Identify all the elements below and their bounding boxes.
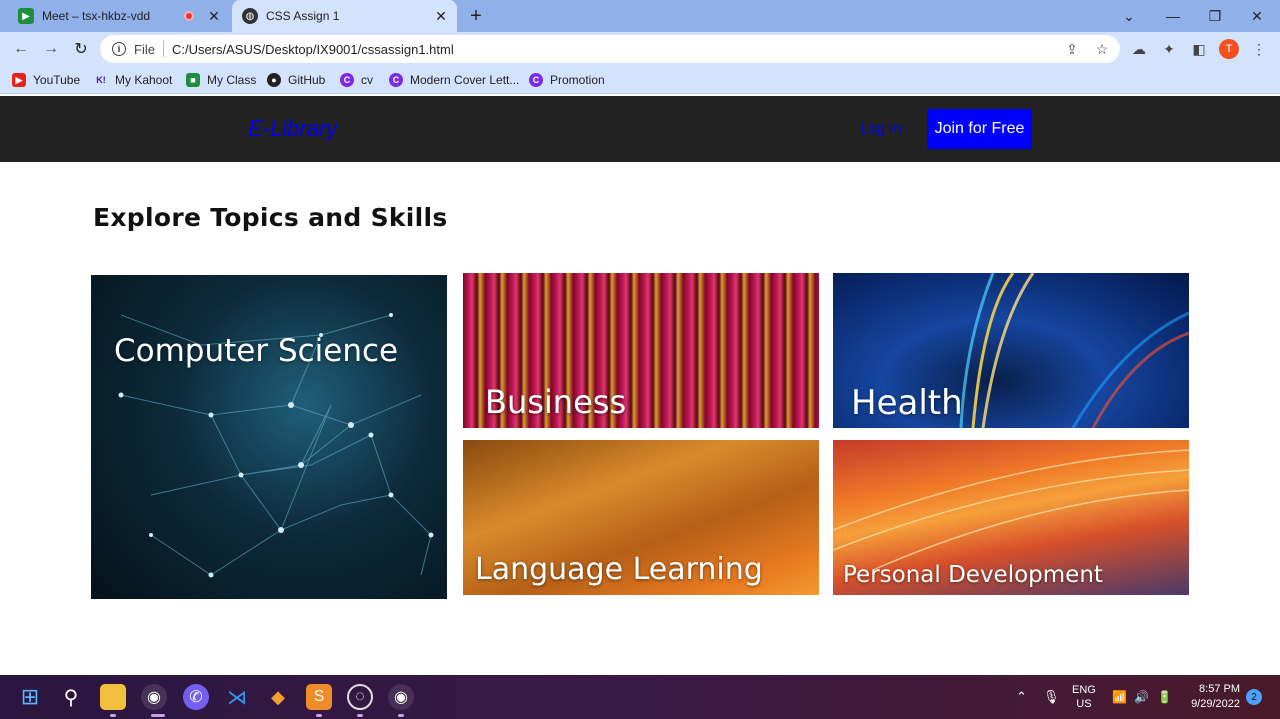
extensions-puzzle-icon[interactable]: ✦	[1160, 40, 1178, 58]
info-icon[interactable]: i	[112, 42, 126, 56]
close-window-button[interactable]: ✕	[1236, 0, 1278, 32]
card-label: Business	[485, 383, 627, 421]
card-label: Health	[851, 383, 963, 423]
menu-kebab-icon[interactable]: ⋮	[1250, 40, 1268, 58]
chrome-profile-icon[interactable]: ◉	[388, 684, 414, 710]
github-icon: ●	[267, 73, 281, 87]
back-button[interactable]: ←	[10, 38, 32, 60]
canva-icon: C	[340, 73, 354, 87]
bookmark-github[interactable]: ● GitHub	[267, 71, 325, 89]
bookmark-promotion[interactable]: C Promotion	[529, 71, 605, 89]
region-code: US	[1076, 698, 1092, 710]
file-explorer-icon[interactable]	[100, 684, 126, 710]
bookmark-label: cv	[361, 73, 373, 87]
bookmark-youtube[interactable]: ▶ YouTube	[12, 71, 80, 89]
windows-taskbar: ⊞ ⚲ ◉ ✆ ⋊ ◆ S ◌ ◉ ⌃ 🎙 ENG US 📶 🔊 🔋 8:57 …	[0, 675, 1280, 719]
clock-time: 8:57 PM	[1199, 683, 1240, 695]
tab-title: CSS Assign 1	[266, 9, 340, 23]
canva-icon: C	[529, 73, 543, 87]
youtube-icon: ▶	[12, 73, 26, 87]
clock-date: 9/29/2022	[1191, 698, 1240, 710]
bookmark-label: Promotion	[550, 73, 605, 87]
close-tab-icon[interactable]: ✕	[433, 8, 449, 25]
recording-indicator-icon	[184, 11, 194, 21]
windows-start-icon[interactable]: ⊞	[17, 684, 43, 710]
running-indicator	[357, 714, 363, 717]
network-graphic	[118, 313, 434, 578]
viber-icon[interactable]: ✆	[183, 684, 209, 710]
topic-card-personal-development[interactable]: Personal Development	[833, 440, 1189, 595]
restore-button[interactable]: ❐	[1194, 0, 1236, 32]
divider	[162, 41, 164, 57]
card-label: Language Learning	[475, 552, 763, 587]
language-code: ENG	[1072, 684, 1096, 696]
bookmark-my-class[interactable]: ■ My Class	[186, 71, 256, 89]
bookmark-label: GitHub	[288, 73, 326, 87]
section-title: Explore Topics and Skills	[93, 203, 448, 232]
running-indicator	[110, 714, 116, 717]
bookmarks-bar: ▶ YouTube K! My Kahoot ■ My Class ● GitH…	[0, 66, 1280, 94]
search-icon[interactable]: ⚲	[58, 684, 84, 710]
running-indicator	[151, 714, 165, 717]
git-icon[interactable]: ◆	[265, 684, 291, 710]
close-tab-icon[interactable]: ✕	[206, 8, 222, 25]
bookmark-kahoot[interactable]: K! My Kahoot	[94, 71, 172, 89]
new-tab-button[interactable]: +	[466, 6, 486, 26]
running-indicator	[316, 714, 322, 717]
volume-icon[interactable]: 🔊	[1134, 675, 1149, 719]
bookmark-star-icon[interactable]: ☆	[1093, 40, 1111, 58]
topic-card-health[interactable]: Health	[833, 273, 1189, 428]
side-panel-icon[interactable]: ◧	[1190, 40, 1208, 58]
cloud-extension-icon[interactable]: ☁	[1130, 40, 1148, 58]
tab-css-assign[interactable]: ◍ CSS Assign 1 ✕	[232, 0, 457, 32]
bookmark-label: My Kahoot	[115, 73, 173, 87]
bookmark-label: YouTube	[33, 73, 81, 87]
bookmark-label: My Class	[207, 73, 257, 87]
profile-avatar[interactable]: T	[1219, 39, 1239, 59]
vscode-icon[interactable]: ⋊	[224, 684, 250, 710]
kahoot-icon: K!	[96, 75, 106, 85]
url-scheme: File	[134, 41, 155, 57]
share-icon[interactable]: ⇪	[1063, 40, 1081, 58]
google-meet-icon: ▶	[18, 8, 34, 24]
wifi-icon[interactable]: 📶	[1112, 675, 1127, 719]
bookmark-modern-cover-letter[interactable]: C Modern Cover Lett...	[389, 71, 519, 89]
login-link[interactable]: Log In	[860, 120, 902, 137]
notification-badge[interactable]: 2	[1246, 689, 1262, 705]
obs-icon[interactable]: ◌	[347, 684, 373, 710]
battery-icon[interactable]: 🔋	[1157, 675, 1172, 719]
topic-card-business[interactable]: Business	[463, 273, 819, 428]
forward-button[interactable]: →	[40, 38, 62, 60]
topic-card-computer-science[interactable]: Computer Science	[91, 275, 447, 599]
url-text: C:/Users/ASUS/Desktop/IX9001/cssassign1.…	[171, 41, 454, 57]
canva-icon: C	[389, 73, 403, 87]
tab-meet[interactable]: ▶ Meet – tsx-hkbz-vdd ✕	[8, 0, 230, 32]
tab-title: Meet – tsx-hkbz-vdd	[42, 9, 151, 23]
clock[interactable]: 8:57 PM 9/29/2022	[1186, 675, 1240, 719]
bookmark-label: Modern Cover Lett...	[410, 73, 520, 87]
address-bar[interactable]: i File C:/Users/ASUS/Desktop/IX9001/cssa…	[100, 35, 1120, 63]
sublime-text-icon[interactable]: S	[306, 684, 332, 710]
card-label: Computer Science	[114, 333, 399, 369]
minimize-button[interactable]: —	[1152, 0, 1194, 32]
card-label: Personal Development	[843, 562, 1103, 588]
site-header: E-Library Log In Join for Free	[0, 96, 1280, 162]
tab-strip: ▶ Meet – tsx-hkbz-vdd ✕ ◍ CSS Assign 1 ✕…	[0, 0, 1280, 32]
running-indicator	[398, 714, 404, 717]
tab-search-icon[interactable]: ⌄	[1108, 0, 1150, 32]
chrome-icon[interactable]: ◉	[141, 684, 167, 710]
reload-button[interactable]: ↻	[70, 38, 92, 60]
language-indicator[interactable]: ENG US	[1072, 675, 1096, 719]
site-logo[interactable]: E-Library	[248, 116, 337, 142]
google-classroom-icon: ■	[186, 73, 200, 87]
globe-icon: ◍	[242, 8, 258, 24]
join-for-free-button[interactable]: Join for Free	[927, 109, 1032, 149]
chevron-up-icon[interactable]: ⌃	[1016, 675, 1027, 719]
bookmark-cv[interactable]: C cv	[340, 71, 373, 89]
microphone-icon[interactable]: 🎙	[1043, 675, 1060, 719]
topic-card-language-learning[interactable]: Language Learning	[463, 440, 819, 595]
